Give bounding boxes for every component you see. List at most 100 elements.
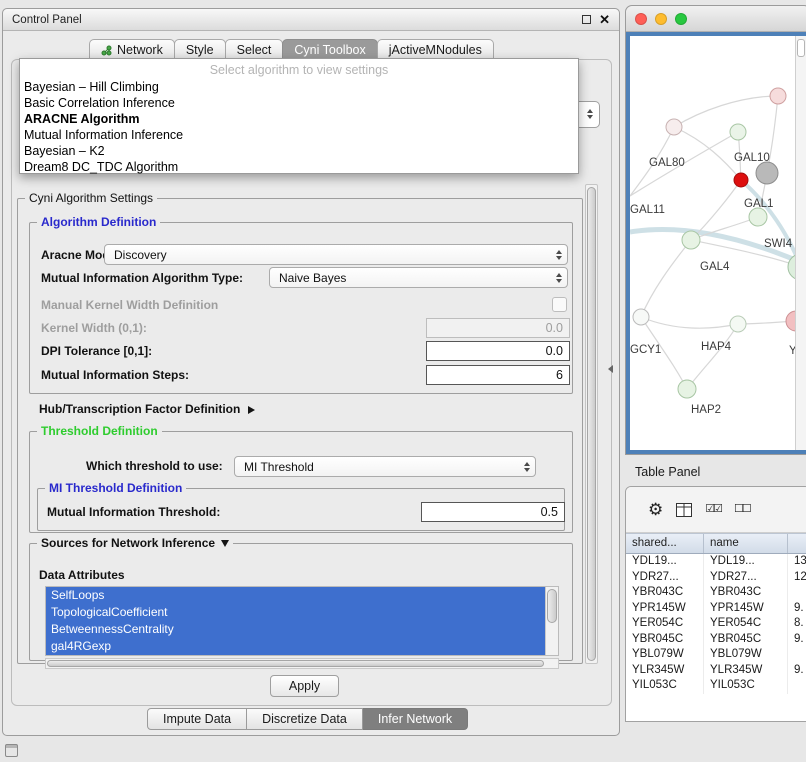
network-canvas[interactable]: GAL80 GAL10 GAL11 GAL1 SWI4 GAL4 GCY1 HA…	[626, 32, 806, 454]
node-label-gal1[interactable]: GAL1	[744, 198, 773, 210]
list-horizontal-scrollbar[interactable]	[45, 658, 559, 669]
table-row[interactable]: YDR27...YDR27...12	[626, 570, 806, 586]
list-item[interactable]: TopologicalCoefficient	[46, 604, 558, 621]
aracne-mode-select[interactable]: Discovery	[104, 244, 568, 265]
cell: YDR27...	[626, 570, 704, 586]
table-row[interactable]: YBL079WYBL079W	[626, 647, 806, 663]
list-item[interactable]: BetweennessCentrality	[46, 621, 558, 638]
dropdown-item-bayesian-hill-climbing[interactable]: Bayesian – Hill Climbing	[20, 79, 578, 95]
node-hap4[interactable]	[730, 316, 746, 332]
mac-close-button[interactable]	[635, 13, 647, 25]
dropdown-item-aracne[interactable]: ARACNE Algorithm	[20, 111, 578, 127]
group-title: Cyni Algorithm Settings	[25, 191, 157, 205]
mac-zoom-button[interactable]	[675, 13, 687, 25]
cell: YER054C	[626, 616, 704, 632]
mi-threshold-field[interactable]: 0.5	[421, 502, 565, 522]
tab-cyni-toolbox[interactable]: Cyni Toolbox	[282, 39, 377, 60]
cell: YBR043C	[704, 585, 788, 601]
columns-icon[interactable]	[676, 503, 692, 517]
docked-panel-icon[interactable]	[5, 744, 18, 757]
table-row[interactable]: YLR345WYLR345W9.	[626, 663, 806, 679]
column-header-shared-name[interactable]: shared...	[626, 534, 704, 553]
network-node-gray[interactable]	[756, 162, 778, 184]
column-header-name[interactable]: name	[704, 534, 788, 553]
list-item[interactable]: SelfLoops	[46, 587, 558, 604]
node-label-gal11[interactable]: GAL11	[630, 204, 665, 216]
table-row[interactable]: YBR043CYBR043C	[626, 585, 806, 601]
tab-label: Select	[237, 43, 272, 57]
cell: YPR145W	[704, 601, 788, 617]
tab-select[interactable]: Select	[225, 39, 284, 60]
table-row[interactable]: YER054CYER054C8.	[626, 616, 806, 632]
manual-kernel-width-checkbox[interactable]	[552, 297, 567, 312]
tab-network[interactable]: Network	[89, 39, 175, 60]
hub-factor-section-toggle[interactable]: Hub/Transcription Factor Definition	[39, 402, 255, 417]
which-threshold-select[interactable]: MI Threshold	[234, 456, 536, 477]
node-gal10[interactable]	[734, 173, 748, 187]
mi-steps-field[interactable]: 6	[426, 365, 570, 385]
cell: YIL053C	[626, 678, 704, 694]
node-label-gal80[interactable]: GAL80	[649, 157, 685, 169]
tab-discretize-data[interactable]: Discretize Data	[247, 708, 363, 730]
scrollbar-thumb[interactable]	[547, 589, 557, 623]
settings-vertical-scrollbar[interactable]	[585, 184, 598, 664]
node-gal4[interactable]	[682, 231, 700, 249]
column-header-cut[interactable]	[788, 534, 806, 553]
dpi-tolerance-value: 0.0	[546, 344, 563, 358]
splitter-collapse-icon[interactable]	[608, 365, 613, 373]
network-vertical-scrollbar[interactable]	[795, 36, 806, 450]
mi-algorithm-type-select[interactable]: Naive Bayes	[269, 267, 568, 288]
network-node[interactable]	[730, 124, 746, 140]
sources-section-toggle[interactable]: Sources for Network Inference	[37, 536, 233, 550]
node-label-gal10[interactable]: GAL10	[734, 152, 770, 164]
node-label-hap4[interactable]: HAP4	[701, 341, 732, 353]
network-node[interactable]	[666, 119, 682, 135]
dropdown-item-dream8[interactable]: Dream8 DC_TDC Algorithm	[20, 159, 578, 175]
network-graph: GAL80 GAL10 GAL11 GAL1 SWI4 GAL4 GCY1 HA…	[630, 36, 800, 451]
control-panel-tabs: Network Style Select Cyni Toolbox jActiv…	[89, 39, 493, 60]
node-label-gcy1[interactable]: GCY1	[630, 344, 661, 356]
scrollbar-thumb[interactable]	[587, 187, 596, 661]
node-label-hap2[interactable]: HAP2	[691, 404, 721, 416]
close-panel-icon[interactable]: ✕	[599, 13, 610, 26]
node-gal1[interactable]	[749, 208, 767, 226]
kernel-width-field[interactable]: 0.0	[426, 318, 570, 338]
select-all-columns-icon[interactable]: ☑☑	[705, 504, 721, 515]
list-item[interactable]: gal4RGexp	[46, 638, 558, 655]
mi-steps-value: 6	[556, 368, 563, 382]
dropdown-item-mutual-information[interactable]: Mutual Information Inference	[20, 127, 578, 143]
apply-button[interactable]: Apply	[270, 675, 339, 697]
tab-style[interactable]: Style	[174, 39, 226, 60]
data-attributes-label: Data Attributes	[39, 568, 125, 583]
gear-icon[interactable]: ⚙	[648, 501, 663, 518]
dropdown-item-bayesian-k2[interactable]: Bayesian – K2	[20, 143, 578, 159]
node-gcy1[interactable]	[633, 309, 649, 325]
dropdown-item-basic-correlation[interactable]: Basic Correlation Inference	[20, 95, 578, 111]
node-hap2[interactable]	[678, 380, 696, 398]
node-label-gal4[interactable]: GAL4	[700, 261, 730, 273]
node-label-swi4[interactable]: SWI4	[764, 238, 793, 250]
table-row[interactable]: YIL053CYIL053C	[626, 678, 806, 694]
float-panel-icon[interactable]	[582, 15, 591, 24]
tab-infer-network[interactable]: Infer Network	[363, 708, 468, 730]
algorithm-combo-fragment[interactable]	[579, 101, 600, 128]
table-row[interactable]: YBR045CYBR045C9.	[626, 632, 806, 648]
table-row[interactable]: YPR145WYPR145W9.	[626, 601, 806, 617]
scrollbar-thumb[interactable]	[797, 39, 805, 57]
tab-impute-data[interactable]: Impute Data	[147, 708, 247, 730]
scrollbar-thumb[interactable]	[47, 660, 544, 667]
dpi-tolerance-field[interactable]: 0.0	[426, 341, 570, 361]
table-row[interactable]: YDL19...YDL19...13	[626, 554, 806, 570]
aracne-mode-value: Discovery	[114, 248, 167, 262]
tab-jactivemodules[interactable]: jActiveMNodules	[377, 39, 494, 60]
data-attributes-list[interactable]: SelfLoops TopologicalCoefficient Between…	[45, 586, 559, 656]
table-panel-title: Table Panel	[635, 465, 700, 479]
mac-minimize-button[interactable]	[655, 13, 667, 25]
cell: YLR345W	[704, 663, 788, 679]
network-node[interactable]	[770, 88, 786, 104]
table-body: YDL19...YDL19...13 YDR27...YDR27...12 YB…	[626, 554, 806, 721]
list-vertical-scrollbar[interactable]	[545, 587, 558, 655]
unselect-all-columns-icon[interactable]: ☐☐	[734, 504, 750, 515]
cell: 9.	[788, 601, 806, 617]
cyni-mode-tabs: Impute Data Discretize Data Infer Networ…	[147, 708, 468, 730]
